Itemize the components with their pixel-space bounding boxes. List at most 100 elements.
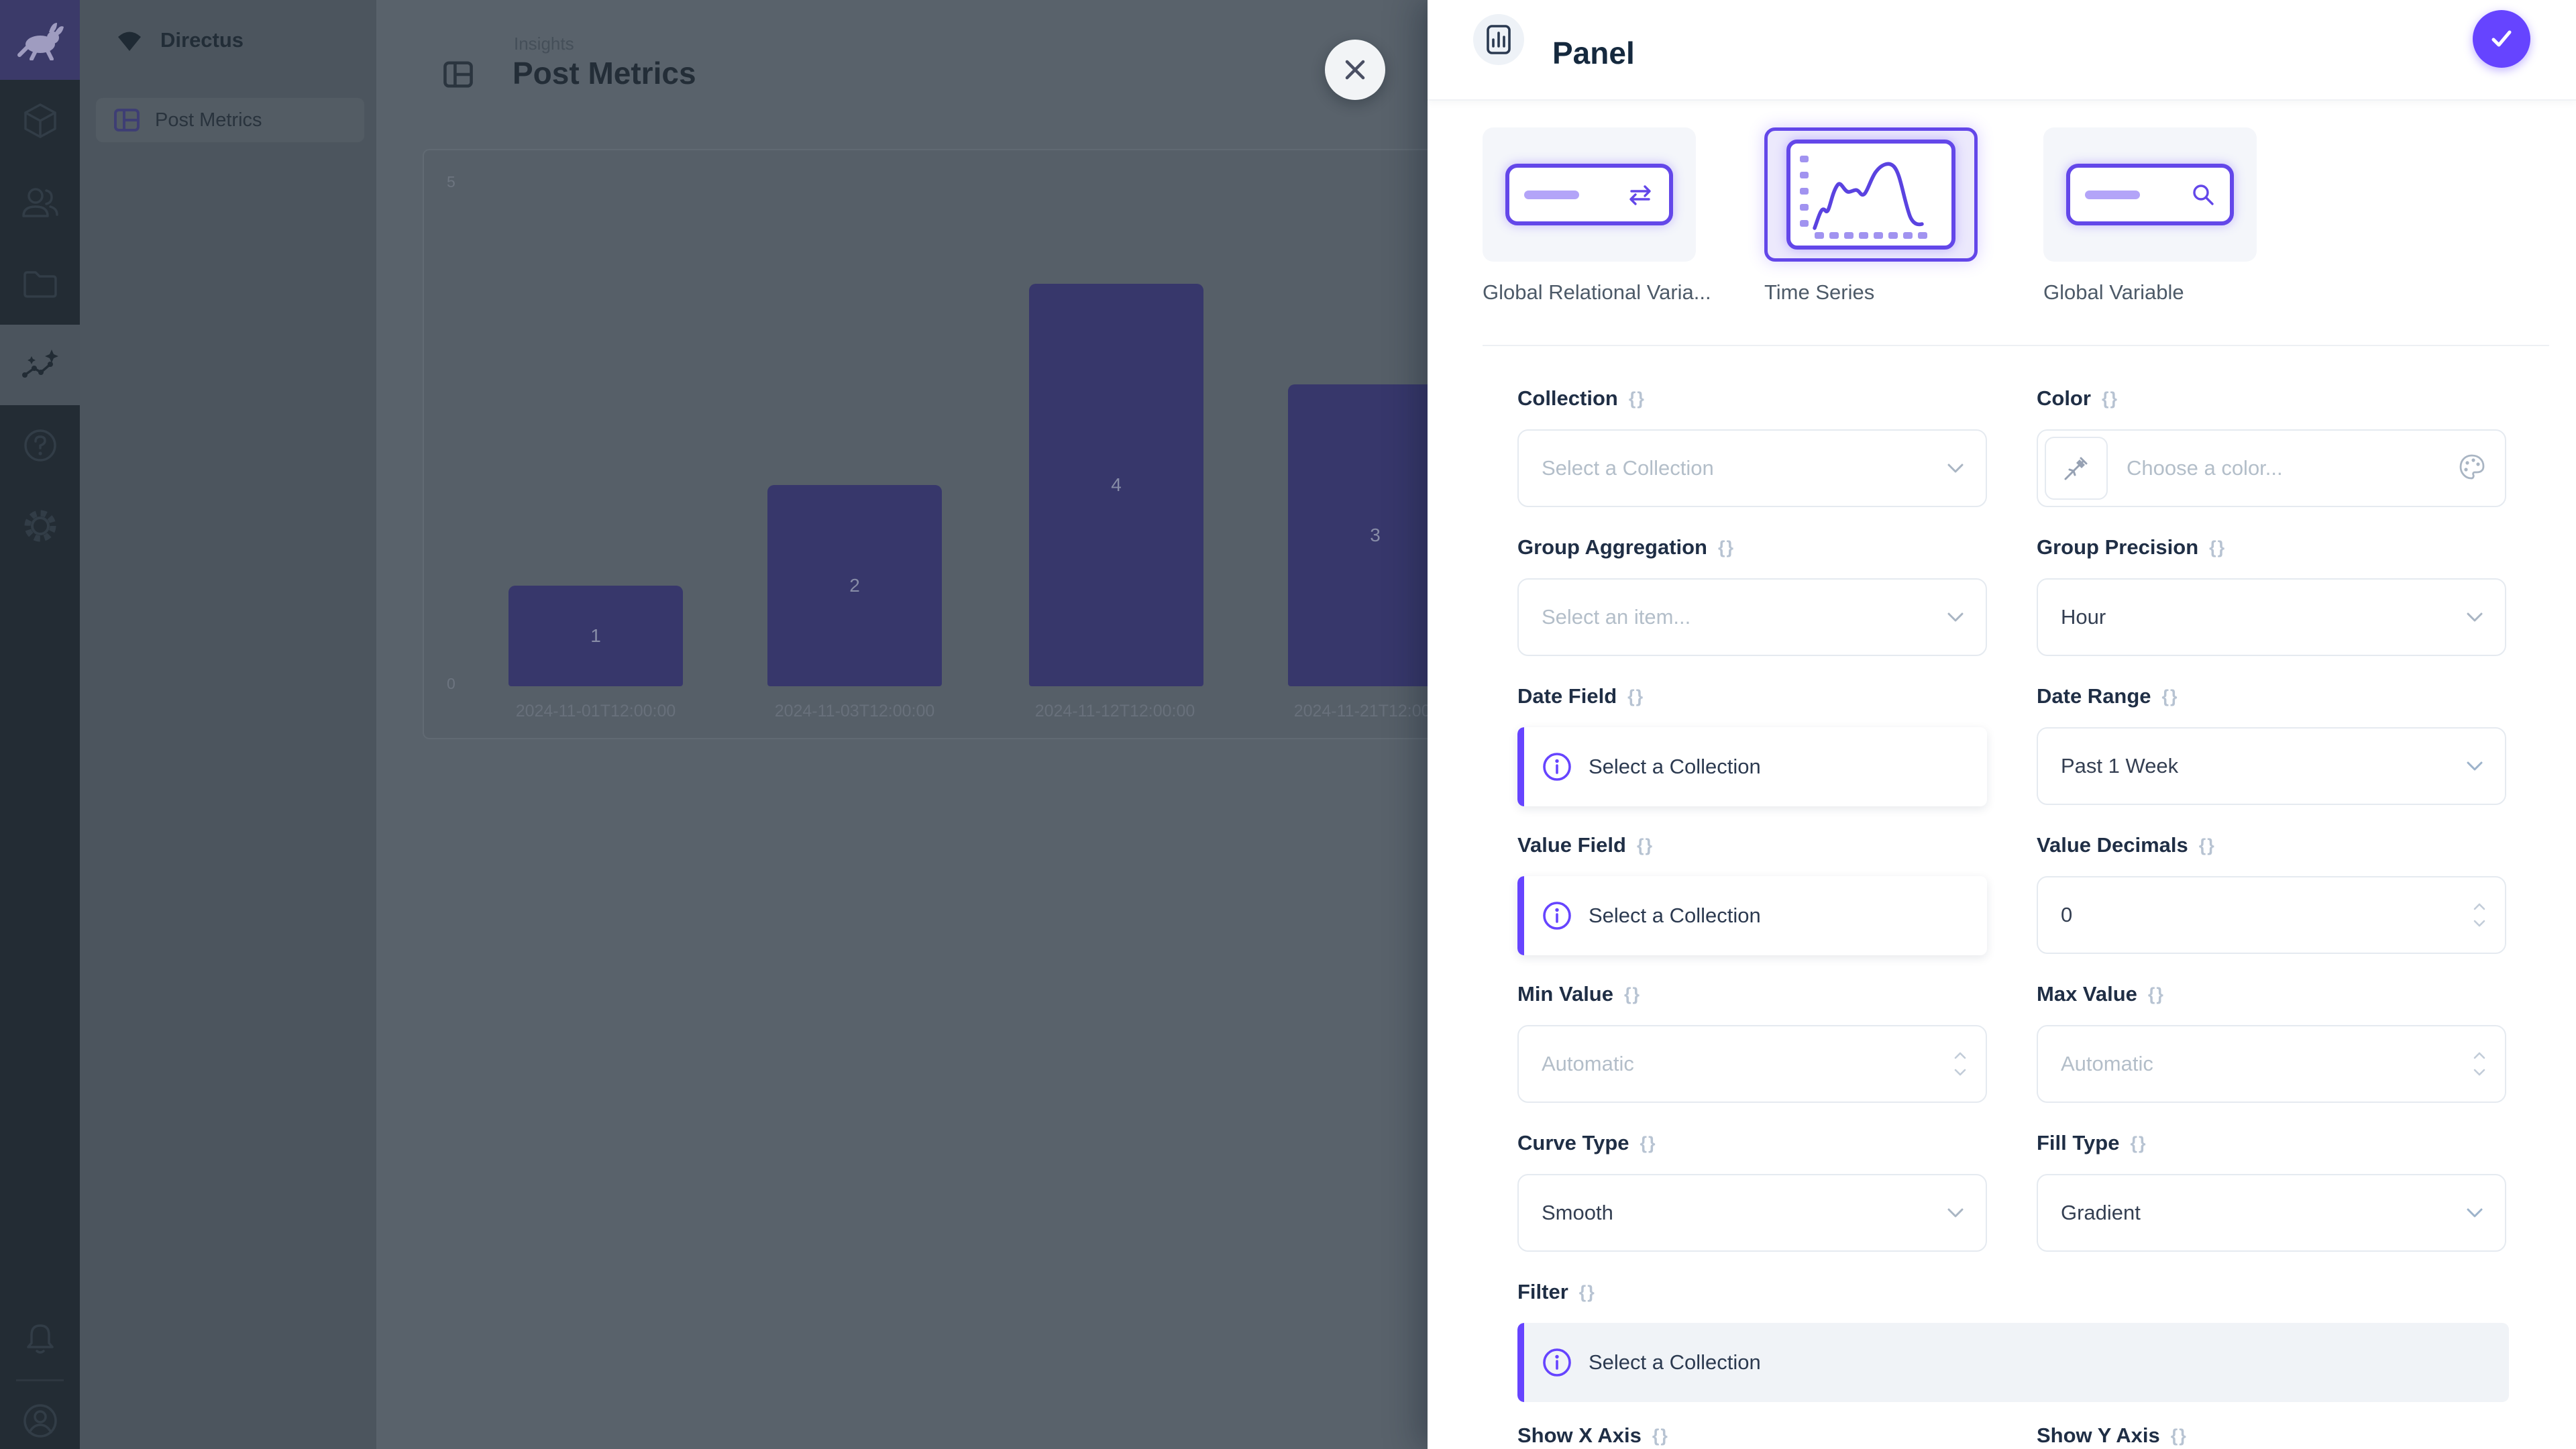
date-range-select[interactable]: Past 1 Week (2037, 727, 2506, 805)
raw-value-icon[interactable]: {} (1637, 835, 1654, 856)
raw-value-icon[interactable]: {} (1624, 984, 1641, 1005)
panel-editor-drawer: Panel (1428, 0, 2576, 1449)
files-folder-icon (22, 270, 58, 299)
date-field-notice: Select a Collection (1517, 727, 1987, 806)
user-menu-button[interactable] (0, 1381, 80, 1449)
date-field-label: Date Field{} (1517, 684, 1644, 708)
group-precision-select[interactable]: Hour (2037, 578, 2506, 656)
sidebar-item-settings[interactable] (0, 486, 80, 566)
save-panel-button[interactable] (2473, 10, 2530, 68)
eyedropper-icon (2063, 455, 2090, 482)
min-value-field-label: Min Value{} (1517, 982, 1641, 1006)
sidebar-item-insights[interactable] (0, 325, 80, 405)
time-series-panel-card[interactable]: 5 0 1 2 4 3 2024-11-01T12:00:00 2024-11-… (423, 149, 1449, 739)
color-input[interactable]: Choose a color... (2037, 429, 2506, 507)
notifications-button[interactable] (0, 1299, 80, 1379)
collection-field-label: Collection{} (1517, 386, 1646, 411)
chart-bar: 3 (1288, 384, 1449, 686)
stepper-down-icon (1953, 1068, 1967, 1076)
chart-bar: 4 (1029, 284, 1203, 686)
chevron-down-icon (1947, 463, 1964, 474)
number-stepper[interactable] (1953, 1052, 1967, 1076)
group-aggregation-field-label: Group Aggregation{} (1517, 535, 1735, 559)
value-decimals-field-label: Value Decimals{} (2037, 833, 2216, 857)
dashboard-grid-icon (113, 107, 140, 133)
chart-bar: 2 (767, 485, 942, 686)
eyedropper-button[interactable] (2045, 437, 2108, 500)
dashboard-title-icon (443, 59, 474, 90)
help-icon (23, 428, 58, 463)
raw-value-icon[interactable]: {} (2130, 1133, 2147, 1154)
sidebar-item-users[interactable] (0, 162, 80, 243)
stepper-up-icon (2473, 903, 2486, 911)
chevron-down-icon (1947, 1208, 1964, 1218)
value-decimals-input[interactable]: 0 (2037, 876, 2506, 954)
bar-value-label: 4 (1111, 474, 1122, 496)
palette-button[interactable] (2458, 453, 2486, 484)
panel-type-time-series[interactable] (1764, 127, 1978, 262)
project-header[interactable]: Directus (80, 20, 376, 60)
curve-type-select[interactable]: Smooth (1517, 1174, 1987, 1252)
group-aggregation-select[interactable]: Select an item... (1517, 578, 1987, 656)
x-axis-label: 2024-11-21T12:00:00 (1206, 702, 1449, 721)
check-icon (2486, 23, 2517, 54)
sidebar-item-files[interactable] (0, 244, 80, 325)
group-precision-field-label: Group Precision{} (2037, 535, 2226, 559)
nav-panel (80, 0, 376, 1449)
raw-value-icon[interactable]: {} (2148, 984, 2165, 1005)
number-stepper[interactable] (2473, 1052, 2486, 1076)
bar-value-label: 3 (1370, 525, 1381, 546)
raw-value-icon[interactable]: {} (2162, 686, 2179, 707)
sidebar-item-help[interactable] (0, 405, 80, 486)
sidebar-item-content[interactable] (0, 80, 80, 161)
close-icon (1342, 56, 1368, 83)
collection-select[interactable]: Select a Collection (1517, 429, 1987, 507)
color-field-label: Color{} (2037, 386, 2118, 411)
curve-type-field-label: Curve Type{} (1517, 1131, 1657, 1155)
panel-type-global-variable[interactable] (2043, 127, 2257, 262)
stepper-down-icon (2473, 1068, 2486, 1076)
chart-bar: 1 (508, 586, 683, 686)
info-icon (1542, 900, 1572, 931)
raw-value-icon[interactable]: {} (1627, 686, 1644, 707)
chevron-down-icon (2466, 1208, 2483, 1218)
bar-chart-plot: 1 2 4 3 (424, 183, 1449, 686)
palette-icon (2458, 453, 2486, 481)
global-variable-icon (2066, 164, 2234, 225)
insights-chart-icon (21, 348, 60, 382)
fill-type-select[interactable]: Gradient (2037, 1174, 2506, 1252)
raw-value-icon[interactable]: {} (1718, 537, 1735, 558)
directus-logo[interactable] (0, 0, 80, 80)
breadcrumb[interactable]: Insights (514, 34, 574, 54)
notifications-bell-icon (24, 1322, 56, 1356)
panel-type-label: Time Series (1764, 280, 1874, 305)
drawer-title: Panel (1552, 35, 1635, 71)
max-value-field-label: Max Value{} (2037, 982, 2165, 1006)
panel-type-global-relational-variable[interactable] (1483, 127, 1696, 262)
close-drawer-button[interactable] (1325, 40, 1385, 100)
bar-value-label: 1 (590, 625, 601, 647)
min-value-input[interactable]: Automatic (1517, 1025, 1987, 1103)
raw-value-icon[interactable]: {} (2209, 537, 2226, 558)
project-name: Directus (160, 28, 244, 52)
number-stepper[interactable] (2473, 903, 2486, 927)
stepper-down-icon (2473, 919, 2486, 927)
raw-value-icon[interactable]: {} (2102, 388, 2118, 409)
panel-icon-button[interactable] (1473, 14, 1524, 65)
swap-arrows-icon (1626, 183, 1654, 206)
info-icon (1542, 751, 1572, 782)
chevron-down-icon (1947, 612, 1964, 623)
max-value-input[interactable]: Automatic (2037, 1025, 2506, 1103)
rabbit-logo-icon (15, 20, 65, 60)
raw-value-icon[interactable]: {} (1640, 1133, 1657, 1154)
raw-value-icon[interactable]: {} (1652, 1426, 1669, 1446)
sidebar-item-post-metrics-dashboard[interactable]: Post Metrics (96, 98, 364, 142)
raw-value-icon[interactable]: {} (1579, 1282, 1596, 1303)
raw-value-icon[interactable]: {} (2199, 835, 2216, 856)
raw-value-icon[interactable]: {} (2171, 1426, 2188, 1446)
filter-field-label: Filter{} (1517, 1280, 1596, 1304)
value-field-notice: Select a Collection (1517, 876, 1987, 955)
project-icon (116, 28, 143, 52)
raw-value-icon[interactable]: {} (1629, 388, 1646, 409)
bar-value-label: 2 (849, 575, 860, 596)
